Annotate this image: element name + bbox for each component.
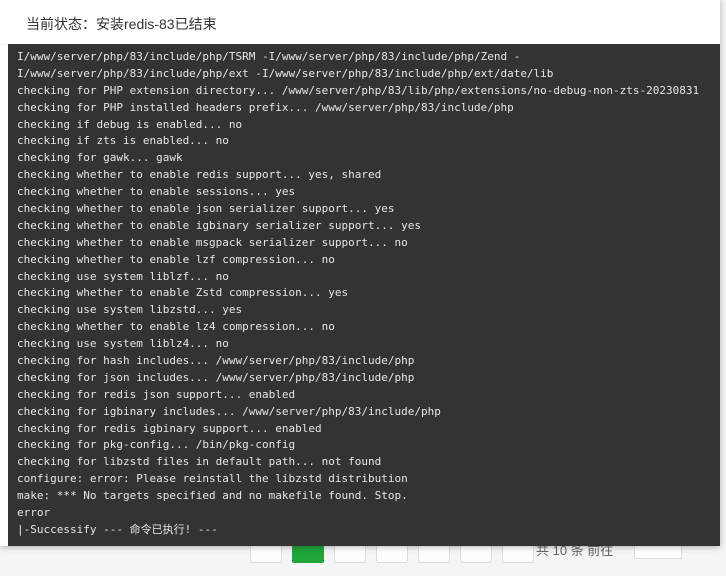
dialog-title: 当前状态：安装redis-83已结束 xyxy=(26,16,217,32)
terminal-line: checking whether to enable redis support… xyxy=(17,168,382,182)
terminal-line: make: *** No targets specified and no ma… xyxy=(17,489,408,503)
terminal-line: checking for igbinary includes... /www/s… xyxy=(17,404,441,418)
terminal-output[interactable]: I/www/server/php/83/include/php/TSRM -I/… xyxy=(8,44,714,546)
terminal-line: |-Successify --- 命令已执行! --- xyxy=(17,522,218,536)
terminal-line: checking for PHP installed headers prefi… xyxy=(17,100,514,114)
terminal-line: checking for pkg-config... /bin/pkg-conf… xyxy=(17,438,296,452)
terminal-line: checking for PHP extension directory... … xyxy=(17,83,700,97)
dialog-header: 当前状态：安装redis-83已结束 xyxy=(0,0,720,45)
terminal-line: I/www/server/php/83/include/php/TSRM -I/… xyxy=(17,50,521,63)
terminal-line: checking whether to enable sessions... y… xyxy=(17,185,296,199)
terminal-line: checking use system libzstd... yes xyxy=(17,303,243,317)
terminal-line: error xyxy=(17,506,51,520)
terminal-line: checking for json includes... /www/serve… xyxy=(17,370,415,384)
terminal-line: checking use system liblzf... no xyxy=(17,269,229,283)
terminal-line: checking whether to enable lz4 compressi… xyxy=(17,320,335,334)
install-log-dialog: 当前状态：安装redis-83已结束 I/www/server/php/83/i… xyxy=(0,0,720,546)
terminal-line: configure: error: Please reinstall the l… xyxy=(17,472,408,486)
terminal-line: checking if zts is enabled... no xyxy=(17,134,229,148)
terminal-scrollbar[interactable] xyxy=(714,44,720,546)
terminal-line: checking for gawk... gawk xyxy=(17,151,183,165)
terminal-line: checking whether to enable lzf compressi… xyxy=(17,252,335,266)
terminal-line: checking whether to enable Zstd compress… xyxy=(17,286,349,300)
terminal-line: checking whether to enable json serializ… xyxy=(17,202,395,216)
terminal-line: checking for redis igbinary support... e… xyxy=(17,421,322,435)
terminal-line: checking for hash includes... /www/serve… xyxy=(17,354,415,368)
terminal-line: checking for libzstd files in default pa… xyxy=(17,455,382,469)
terminal-line: checking use system liblz4... no xyxy=(17,337,229,351)
terminal-line: checking for redis json support... enabl… xyxy=(17,387,296,401)
terminal-line: I/www/server/php/83/include/php/ext -I/w… xyxy=(17,66,554,80)
terminal-line: checking if debug is enabled... no xyxy=(17,117,243,131)
terminal-line: checking whether to enable msgpack seria… xyxy=(17,235,408,249)
terminal-line: checking whether to enable igbinary seri… xyxy=(17,218,421,232)
